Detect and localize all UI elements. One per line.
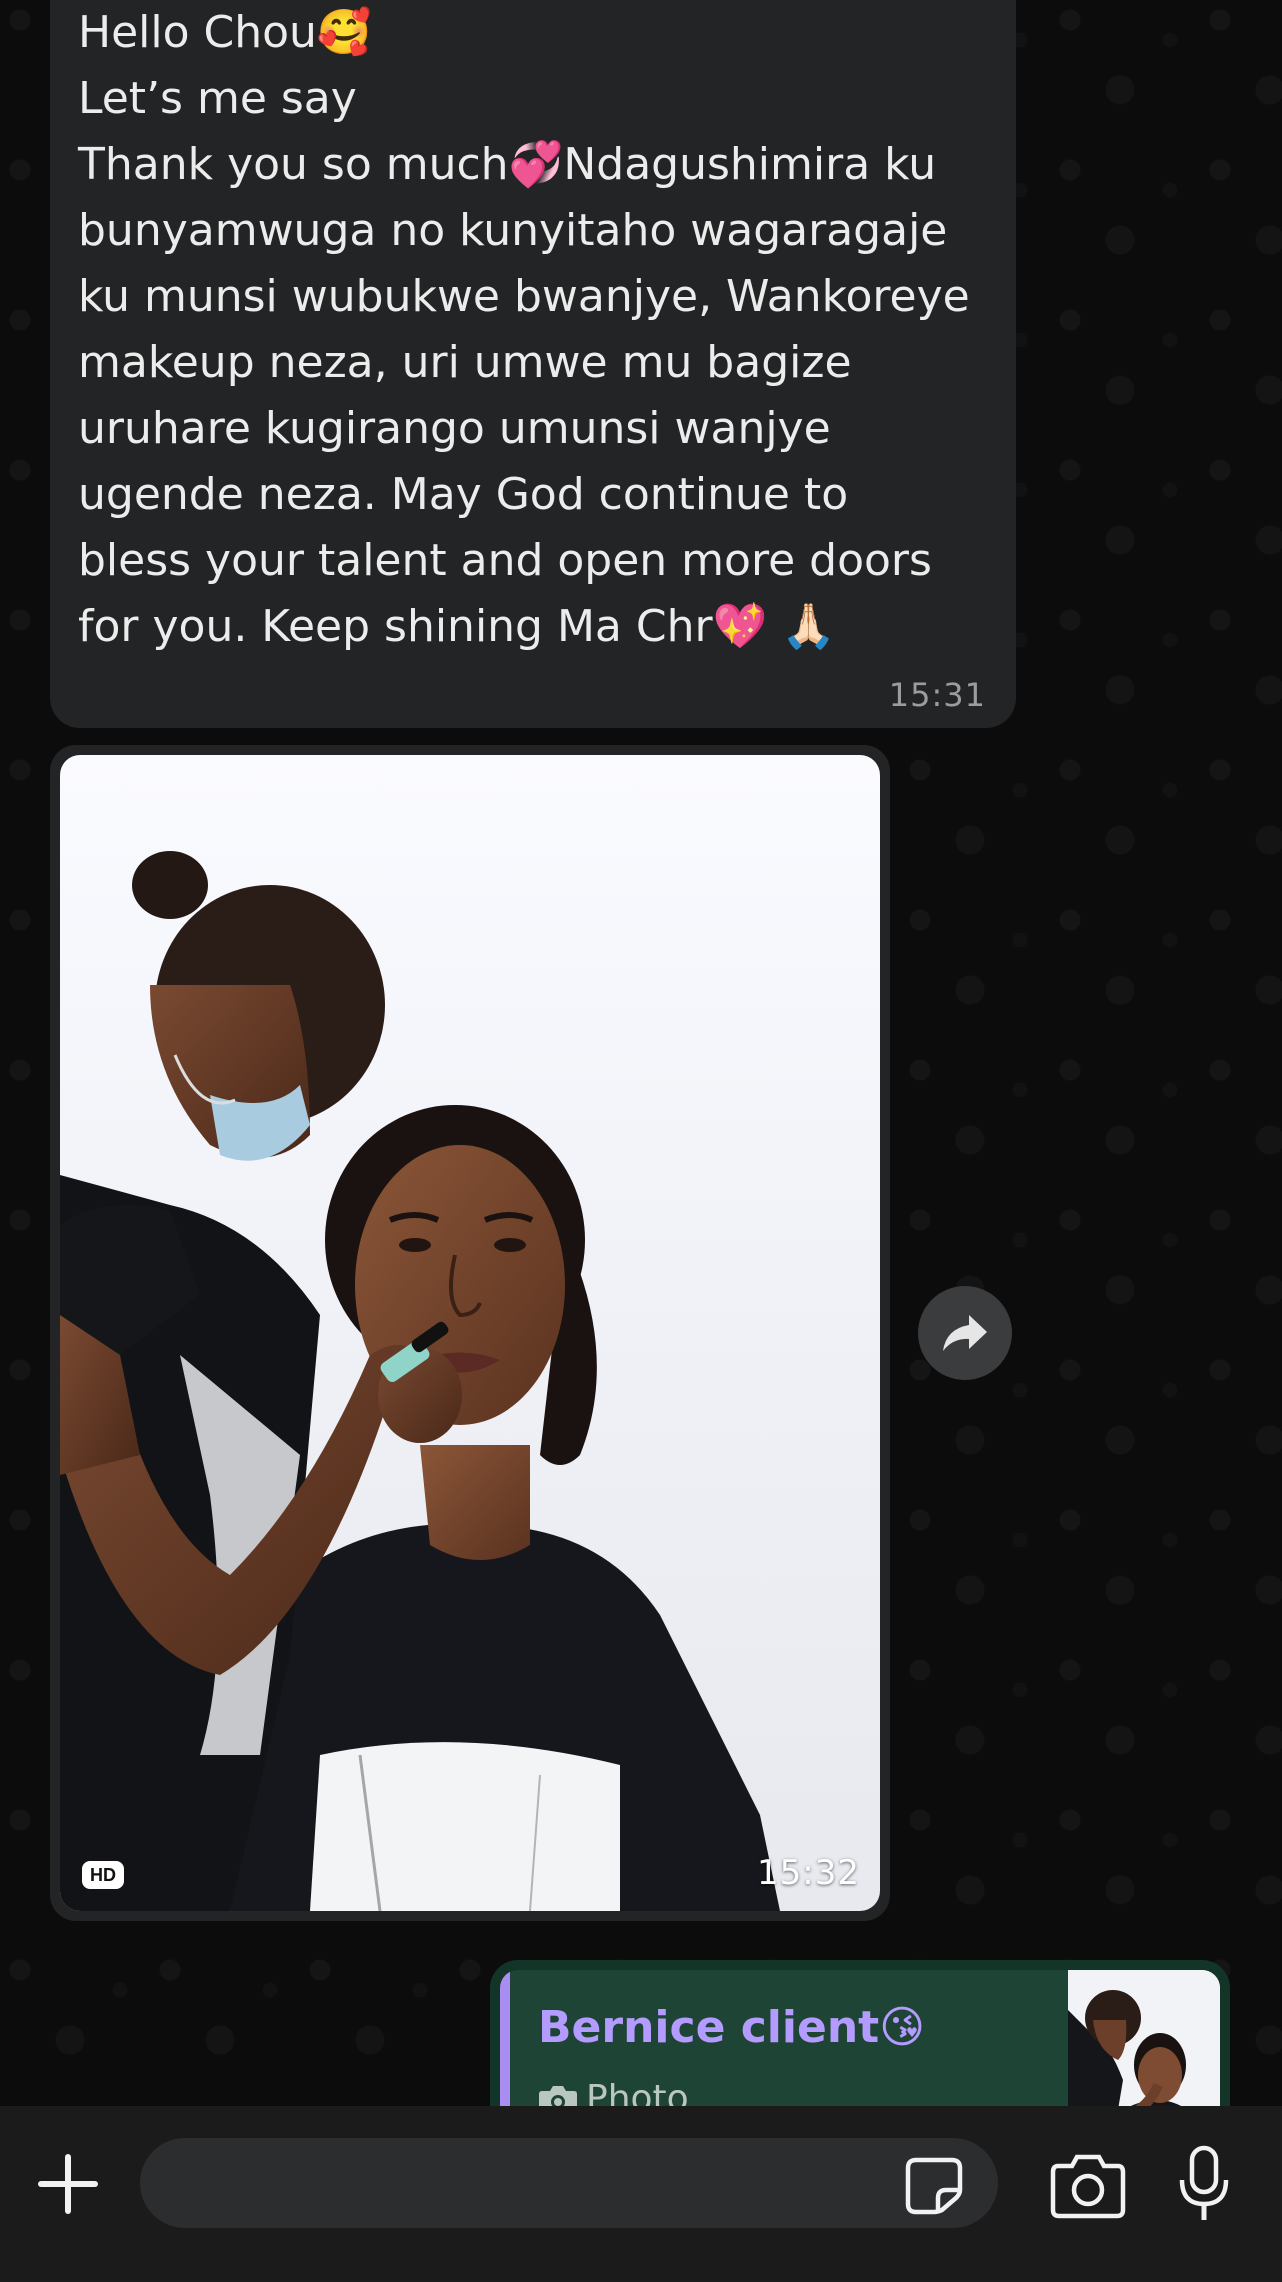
message-line: ugende neza. May God continue to xyxy=(78,469,849,520)
incoming-image-bubble[interactable]: HD 15:32 xyxy=(50,745,890,1921)
camera-icon[interactable] xyxy=(1050,2150,1126,2220)
quoted-sender-name: Bernice client😘 xyxy=(538,2002,926,2053)
sticker-icon[interactable] xyxy=(902,2154,966,2218)
message-line: ku munsi wubukwe bwanjye, Wankoreye xyxy=(78,271,970,322)
message-photo[interactable]: HD 15:32 xyxy=(60,755,880,1911)
message-line: bunyamwuga no kunyitaho wagaragaje xyxy=(78,205,948,256)
chat-screen: Hello Chou🥰 Let’s me say Thank you so mu… xyxy=(0,0,1282,2282)
message-line: Hello Chou🥰 xyxy=(78,7,372,58)
message-input[interactable] xyxy=(140,2138,998,2228)
message-line: for you. Keep shining Ma Chr💖 🙏🏻 xyxy=(78,601,837,652)
image-timestamp: 15:32 xyxy=(757,1853,860,1893)
forward-arrow-icon xyxy=(943,1315,987,1351)
makeup-photo-illustration xyxy=(60,851,780,1911)
plus-icon[interactable] xyxy=(30,2146,106,2222)
message-timestamp: 15:31 xyxy=(888,676,986,714)
message-line: makeup neza, uri umwe mu bagize xyxy=(78,337,852,388)
hd-badge: HD xyxy=(82,1861,124,1889)
message-input-bar xyxy=(0,2106,1282,2282)
message-line: bless your talent and open more doors xyxy=(78,535,932,586)
message-line: uruhare kugirango umunsi wanjye xyxy=(78,403,831,454)
microphone-icon[interactable] xyxy=(1176,2144,1232,2224)
message-line: Thank you so much💞Ndagushimira ku xyxy=(78,139,937,190)
forward-button[interactable] xyxy=(918,1286,1012,1380)
message-line: Let’s me say xyxy=(78,73,357,124)
incoming-message-bubble[interactable]: Hello Chou🥰 Let’s me say Thank you so mu… xyxy=(50,0,1016,728)
